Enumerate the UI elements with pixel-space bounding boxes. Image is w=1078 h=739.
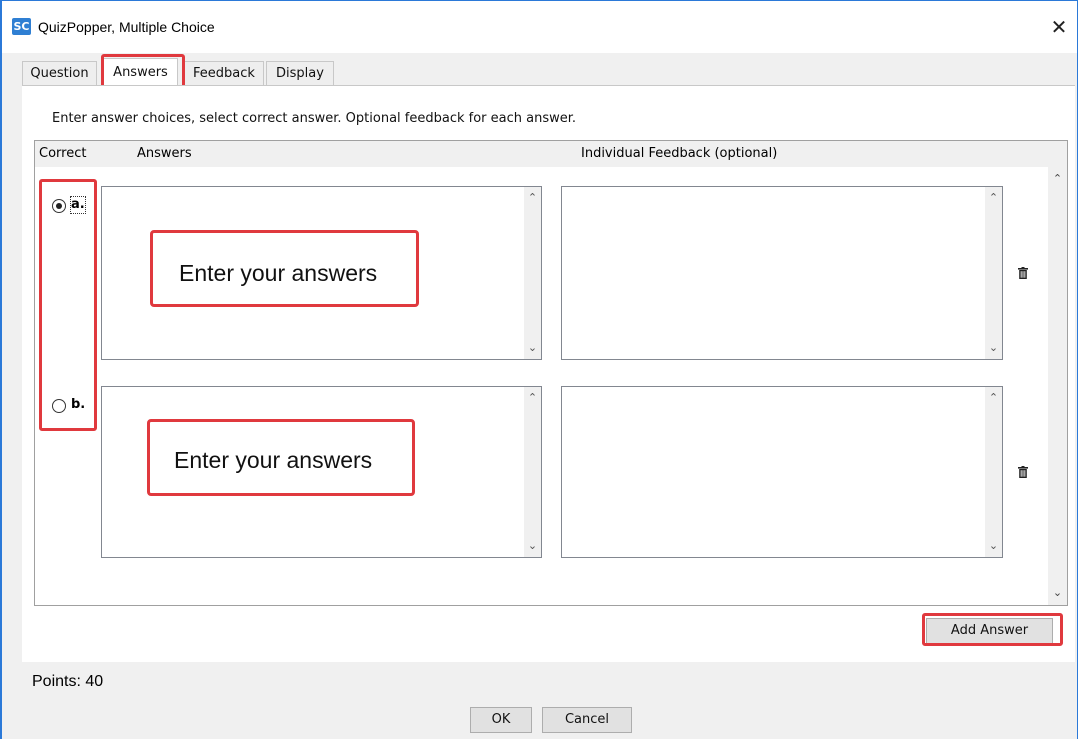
answer-input-b-scrollbar[interactable]: ⌃ ⌄ bbox=[524, 387, 541, 557]
feedback-input-b[interactable]: ⌃ ⌄ bbox=[561, 386, 1003, 558]
tab-answers[interactable]: Answers bbox=[103, 58, 178, 86]
answer-callout-a: Enter your answers bbox=[150, 230, 419, 307]
tab-feedback[interactable]: Feedback bbox=[184, 61, 264, 85]
cancel-button[interactable]: Cancel bbox=[542, 707, 632, 733]
answer-letter-a: a. bbox=[70, 196, 86, 214]
chevron-up-icon[interactable]: ⌃ bbox=[524, 190, 541, 206]
column-answers: Answers bbox=[137, 146, 192, 161]
add-answer-button[interactable]: Add Answer bbox=[926, 618, 1053, 644]
tab-display[interactable]: Display bbox=[266, 61, 334, 85]
table-scrollbar[interactable]: ⌃ ⌄ bbox=[1048, 167, 1067, 605]
feedback-input-a-scrollbar[interactable]: ⌃ ⌄ bbox=[985, 187, 1002, 359]
column-feedback: Individual Feedback (optional) bbox=[581, 146, 778, 161]
chevron-down-icon[interactable]: ⌄ bbox=[985, 538, 1002, 554]
correct-radio-b[interactable] bbox=[52, 399, 66, 413]
answer-letter-b: b. bbox=[71, 397, 86, 412]
table-header: Correct Answers Individual Feedback (opt… bbox=[35, 141, 1067, 167]
chevron-down-icon[interactable]: ⌄ bbox=[524, 340, 541, 356]
answers-tab-panel: Enter answer choices, select correct ans… bbox=[22, 85, 1075, 662]
answer-input-a-scrollbar[interactable]: ⌃ ⌄ bbox=[524, 187, 541, 359]
answers-table: Correct Answers Individual Feedback (opt… bbox=[34, 140, 1068, 606]
chevron-up-icon[interactable]: ⌃ bbox=[524, 390, 541, 406]
close-button[interactable]: ✕ bbox=[1045, 13, 1073, 41]
trash-icon[interactable] bbox=[1018, 466, 1028, 478]
window-title: QuizPopper, Multiple Choice bbox=[38, 19, 215, 35]
app-logo-icon: SC bbox=[12, 18, 31, 35]
feedback-input-a[interactable]: ⌃ ⌄ bbox=[561, 186, 1003, 360]
instructions-text: Enter answer choices, select correct ans… bbox=[52, 111, 577, 126]
title-bar: SC QuizPopper, Multiple Choice ✕ bbox=[2, 1, 1077, 53]
tab-question[interactable]: Question bbox=[22, 61, 97, 85]
chevron-down-icon[interactable]: ⌄ bbox=[524, 538, 541, 554]
chevron-down-icon[interactable]: ⌄ bbox=[985, 340, 1002, 356]
chevron-up-icon[interactable]: ⌃ bbox=[1048, 171, 1067, 187]
feedback-input-b-scrollbar[interactable]: ⌃ ⌄ bbox=[985, 387, 1002, 557]
points-label: Points: 40 bbox=[32, 673, 104, 690]
chevron-up-icon[interactable]: ⌃ bbox=[985, 390, 1002, 406]
ok-button[interactable]: OK bbox=[470, 707, 532, 733]
quizpopper-dialog: SC QuizPopper, Multiple Choice ✕ Questio… bbox=[0, 0, 1078, 739]
trash-icon[interactable] bbox=[1018, 267, 1028, 279]
chevron-up-icon[interactable]: ⌃ bbox=[985, 190, 1002, 206]
chevron-down-icon[interactable]: ⌄ bbox=[1048, 585, 1067, 601]
column-correct: Correct bbox=[39, 146, 87, 161]
answer-callout-b: Enter your answers bbox=[147, 419, 415, 496]
correct-radio-a[interactable] bbox=[52, 199, 66, 213]
